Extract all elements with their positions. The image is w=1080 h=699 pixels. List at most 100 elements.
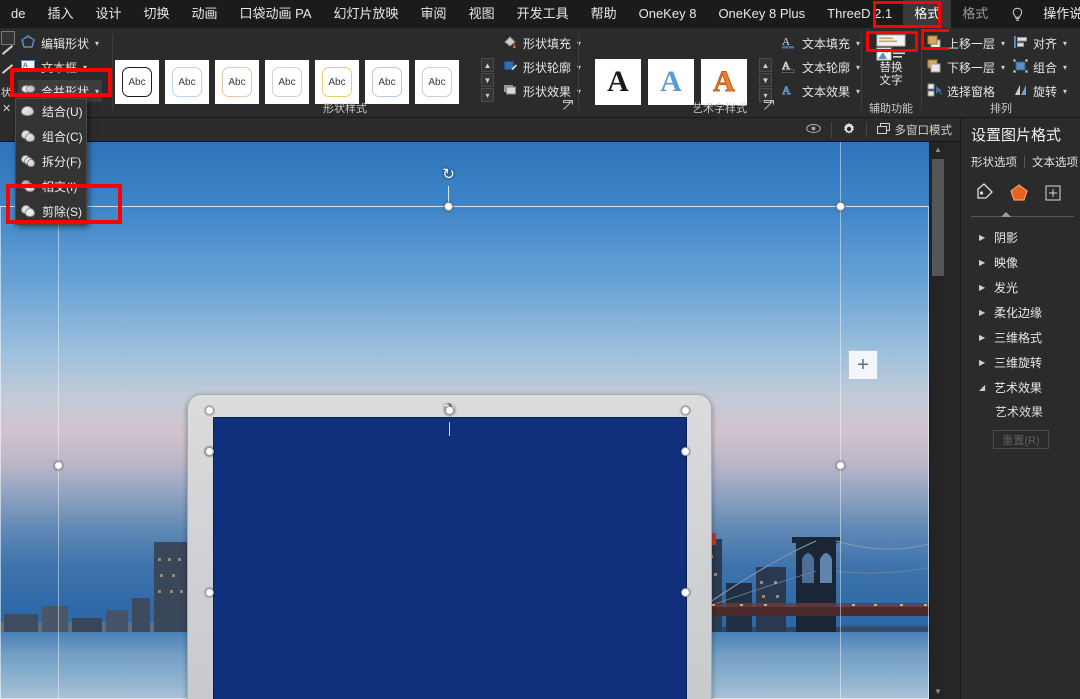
menu-item-slideshow[interactable]: 幻灯片放映 [323,0,410,28]
visibility-icon[interactable] [805,122,821,138]
shape-style-item[interactable]: Abc [415,60,459,104]
size-properties-icon[interactable] [1043,183,1063,208]
guide-line-horizontal[interactable] [0,206,929,207]
menu-item-design[interactable]: 设计 [84,0,132,28]
menu-item-review[interactable]: 审阅 [410,0,458,28]
dropdown-item-subtract[interactable]: 剪除(S) [16,199,86,224]
wordart-style-item[interactable]: A [701,59,747,105]
picture-handle-top-center[interactable] [444,202,453,211]
section-glow[interactable]: ▶ 发光 [971,275,1080,300]
shape-handle-mid-left[interactable] [205,588,214,597]
chevron-down-icon-8[interactable]: ▾ [856,63,860,72]
chevron-down-icon-14[interactable]: ▾ [1063,87,1067,96]
tab-shape-options[interactable]: 形状选项 [971,154,1017,170]
wordart-scroll-up-button[interactable]: ▲ [759,58,772,72]
menu-item-help[interactable]: 帮助 [580,0,628,28]
shape-style-item[interactable]: Abc [315,60,359,104]
align-button[interactable]: 对齐 ▾ [1010,32,1070,54]
menu-item-pocket-animation[interactable]: 口袋动画 PA [229,0,323,28]
section-3d-rotation[interactable]: ▶ 三维旋转 [971,350,1080,375]
effects-pentagon-icon[interactable] [1009,183,1029,208]
menu-item-transitions[interactable]: 切换 [133,0,181,28]
section-reflection[interactable]: ▶ 映像 [971,250,1080,275]
group-button[interactable]: 组合 ▾ [1010,56,1070,78]
menu-item-de[interactable]: de [0,0,36,28]
picture-handle-mid-right[interactable] [836,461,845,470]
menu-item-insert[interactable]: 插入 [36,0,84,28]
wordart-scroll-down-button[interactable]: ▼ [759,73,772,87]
laptop-image[interactable]: MacBook Air [182,394,717,699]
chevron-down-icon-11[interactable]: ▾ [1001,63,1005,72]
shape-outline-button[interactable]: 形状轮廓 ▾ [500,56,584,78]
section-artistic-effects[interactable]: ◢ 艺术效果 [971,375,1080,400]
chevron-down-icon-7[interactable]: ▾ [856,39,860,48]
multi-window-mode-button[interactable]: 多窗口模式 [876,122,952,138]
shape-style-item[interactable]: Abc [115,60,159,104]
chevron-down-icon-2[interactable]: ▾ [83,63,87,72]
scrollbar-thumb[interactable] [932,159,944,276]
text-box-button[interactable]: A 文本框 ▾ [18,56,90,78]
chevron-down-icon[interactable]: ▾ [95,39,99,48]
send-backward-button[interactable]: 下移一层 ▾ [924,56,1008,78]
scrollbar-down-arrow[interactable]: ▼ [930,684,946,699]
picture-handle-mid-left[interactable] [54,461,63,470]
section-3d-format[interactable]: ▶ 三维格式 [971,325,1080,350]
shape-handle-left-dup[interactable] [205,447,214,456]
picture-rotation-handle[interactable]: ↻ [440,166,457,183]
menu-item-tell-me[interactable]: 操作说明 [1032,0,1080,28]
dropdown-item-combine[interactable]: 组合(C) [16,124,86,149]
shape-effects-button[interactable]: 形状效果 ▾ [500,80,584,102]
menu-item-threed[interactable]: ThreeD 2.1 [816,0,903,28]
shape-fill-button[interactable]: 形状填充 ▾ [500,32,584,54]
section-shadow[interactable]: ▶ 阴影 [971,225,1080,250]
edit-shape-button[interactable]: 编辑形状 ▾ [18,32,102,54]
chevron-down-icon-9[interactable]: ▾ [856,87,860,96]
shape-handle-top-left[interactable] [205,406,214,415]
close-icon[interactable]: ✕ [2,102,11,115]
arrow-tool-icon[interactable] [1,64,14,74]
slide-canvas-area[interactable]: ↻ MacBook Air ↻ [0,142,960,699]
vertical-scrollbar[interactable]: ▲ ▼ [929,142,945,699]
text-fill-button[interactable]: A 文本填充 ▾ [779,32,863,54]
menu-item-developer[interactable]: 开发工具 [506,0,580,28]
dropdown-item-intersect[interactable]: 相交(I) [16,174,86,199]
shape-tool-icon[interactable] [1,31,15,45]
line-tool-icon[interactable] [1,45,14,55]
wordart-style-item[interactable]: A [648,59,694,105]
rotate-button[interactable]: 旋转 ▾ [1010,80,1070,102]
reset-button[interactable]: 重置(R) [993,430,1049,449]
dropdown-item-fragment[interactable]: 拆分(F) [16,149,86,174]
menu-item-animations[interactable]: 动画 [181,0,229,28]
alt-text-button[interactable]: 替换 文字 [866,34,916,88]
menu-item-format-secondary[interactable]: 格式 [951,0,999,28]
wordart-style-item[interactable]: A [595,59,641,105]
laptop-screen-shape[interactable] [213,417,687,699]
menu-item-format-active[interactable]: 格式 [903,0,952,28]
text-outline-button[interactable]: A 文本轮廓 ▾ [779,56,863,78]
selection-pane-button[interactable]: 选择窗格 [924,80,998,102]
shape-style-item[interactable]: Abc [215,60,259,104]
menu-item-view[interactable]: 视图 [458,0,506,28]
scroll-up-button[interactable]: ▲ [481,58,494,72]
shape-handle-top-right[interactable] [681,406,690,415]
text-effects-button[interactable]: A 文本效果 ▾ [779,80,863,102]
guide-line-vertical-left[interactable] [58,142,59,699]
lightbulb-icon[interactable] [999,7,1032,22]
shape-handle-mid-right[interactable] [681,588,690,597]
dropdown-item-union[interactable]: 结合(U) [16,99,86,124]
gear-icon[interactable] [842,122,856,139]
shape-style-item[interactable]: Abc [165,60,209,104]
chevron-down-icon-13[interactable]: ▾ [1063,63,1067,72]
guide-line-vertical-right[interactable] [840,142,841,699]
fill-line-icon[interactable] [975,183,995,208]
chevron-down-icon-3[interactable]: ▾ [95,87,99,96]
bring-forward-button[interactable]: 上移一层 ▾ [924,32,1008,54]
menu-item-onekey8plus[interactable]: OneKey 8 Plus [707,0,816,28]
add-button[interactable]: + [848,350,878,380]
shape-handle-upper-right[interactable] [681,447,690,456]
section-soft-edges[interactable]: ▶ 柔化边缘 [971,300,1080,325]
chevron-down-icon-12[interactable]: ▾ [1063,39,1067,48]
slide[interactable]: ↻ MacBook Air ↻ [0,142,929,699]
picture-handle-top-right[interactable] [836,202,845,211]
shape-handle-top-center[interactable] [445,406,454,415]
